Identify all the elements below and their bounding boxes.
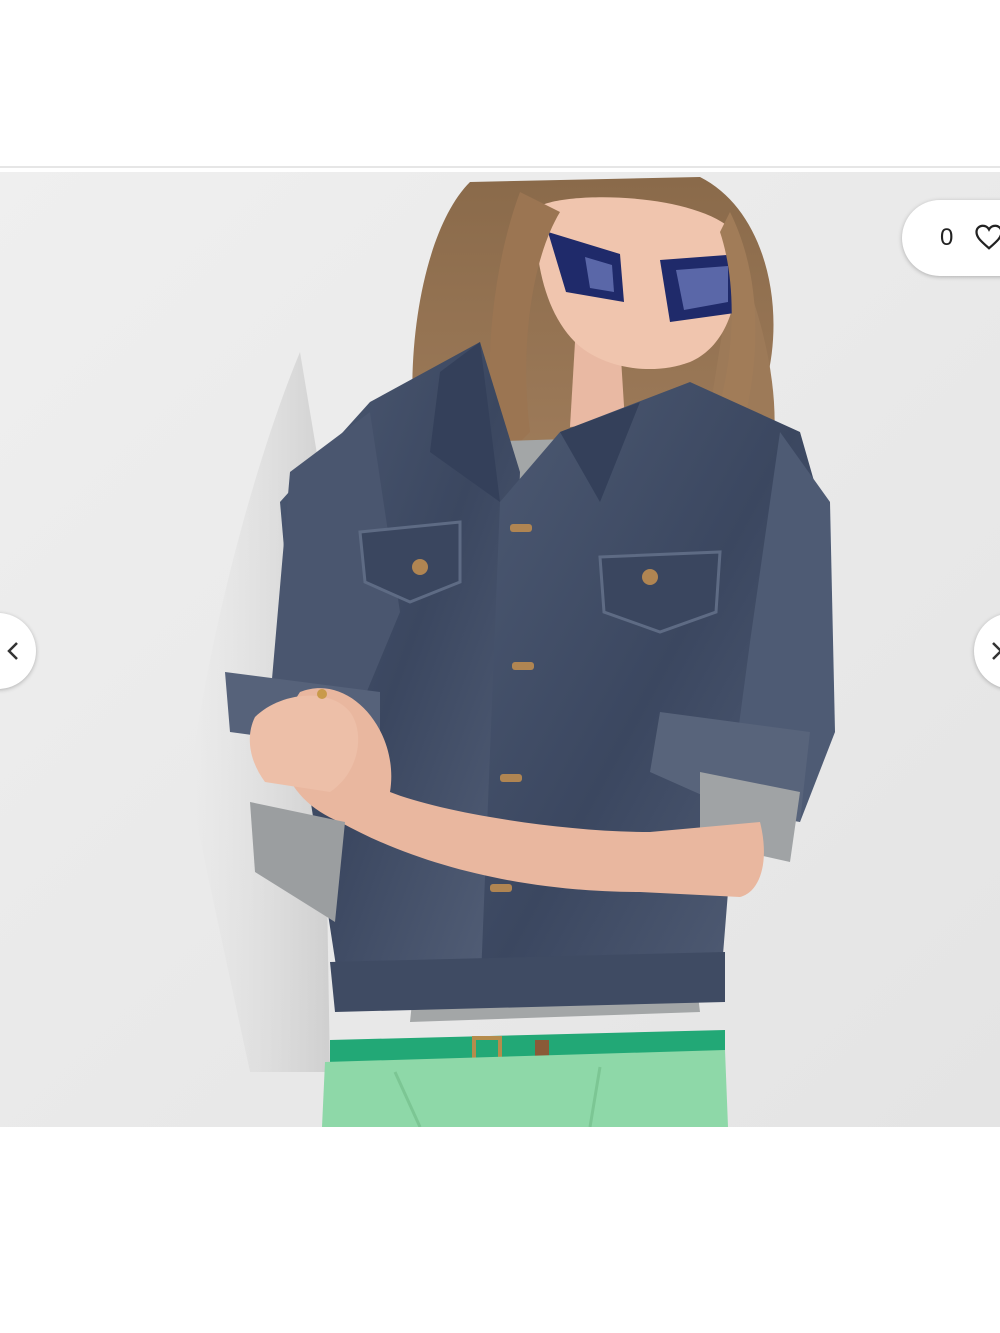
chevron-right-icon: [992, 642, 1000, 660]
photo-carousel[interactable]: 0: [0, 172, 1000, 1127]
like-button[interactable]: 0: [902, 200, 1000, 276]
heart-outline-icon: [975, 224, 1000, 250]
product-photo[interactable]: [0, 172, 1000, 1127]
like-count: 0: [940, 224, 954, 251]
chevron-left-icon: [7, 642, 18, 660]
listing-page: 0: [0, 0, 1000, 1333]
divider: [0, 166, 1000, 168]
